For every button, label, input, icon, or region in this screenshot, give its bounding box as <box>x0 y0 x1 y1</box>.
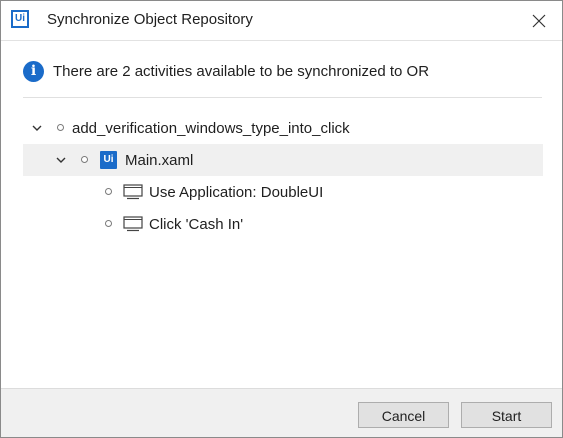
xaml-file-icon: Ui <box>100 151 117 169</box>
uipath-logo-icon: Ui <box>11 10 29 28</box>
title-bar: Ui Synchronize Object Repository <box>1 1 562 41</box>
activity-radio[interactable] <box>105 220 112 227</box>
activity-radio[interactable] <box>105 188 112 195</box>
tree-row-project[interactable]: add_verification_windows_type_into_click <box>23 112 543 144</box>
screen-icon <box>123 216 143 232</box>
tree-row-activity[interactable]: Click 'Cash In' <box>23 208 543 240</box>
close-button[interactable] <box>516 1 562 40</box>
start-button[interactable]: Start <box>461 402 552 428</box>
tree-row-activity[interactable]: Use Application: DoubleUI <box>23 176 543 208</box>
screen-icon <box>123 184 143 200</box>
info-message: There are 2 activities available to be s… <box>53 63 430 80</box>
file-radio[interactable] <box>81 156 88 163</box>
project-radio[interactable] <box>57 124 64 131</box>
activity-label: Click 'Cash In' <box>149 216 244 233</box>
chevron-down-icon[interactable] <box>55 154 67 166</box>
activity-label: Use Application: DoubleUI <box>149 184 324 201</box>
sync-dialog: Ui Synchronize Object Repository i There… <box>0 0 563 438</box>
project-label: add_verification_windows_type_into_click <box>72 120 350 137</box>
cancel-button[interactable]: Cancel <box>358 402 449 428</box>
chevron-down-icon[interactable] <box>31 122 43 134</box>
info-banner: i There are 2 activities available to be… <box>23 61 543 83</box>
file-label: Main.xaml <box>125 152 194 169</box>
close-icon <box>532 14 546 27</box>
separator <box>23 97 542 98</box>
dialog-title: Synchronize Object Repository <box>47 11 253 28</box>
info-icon: i <box>23 61 44 82</box>
dialog-footer: Cancel Start <box>1 388 562 437</box>
tree-row-main-xaml[interactable]: Ui Main.xaml <box>23 144 543 176</box>
